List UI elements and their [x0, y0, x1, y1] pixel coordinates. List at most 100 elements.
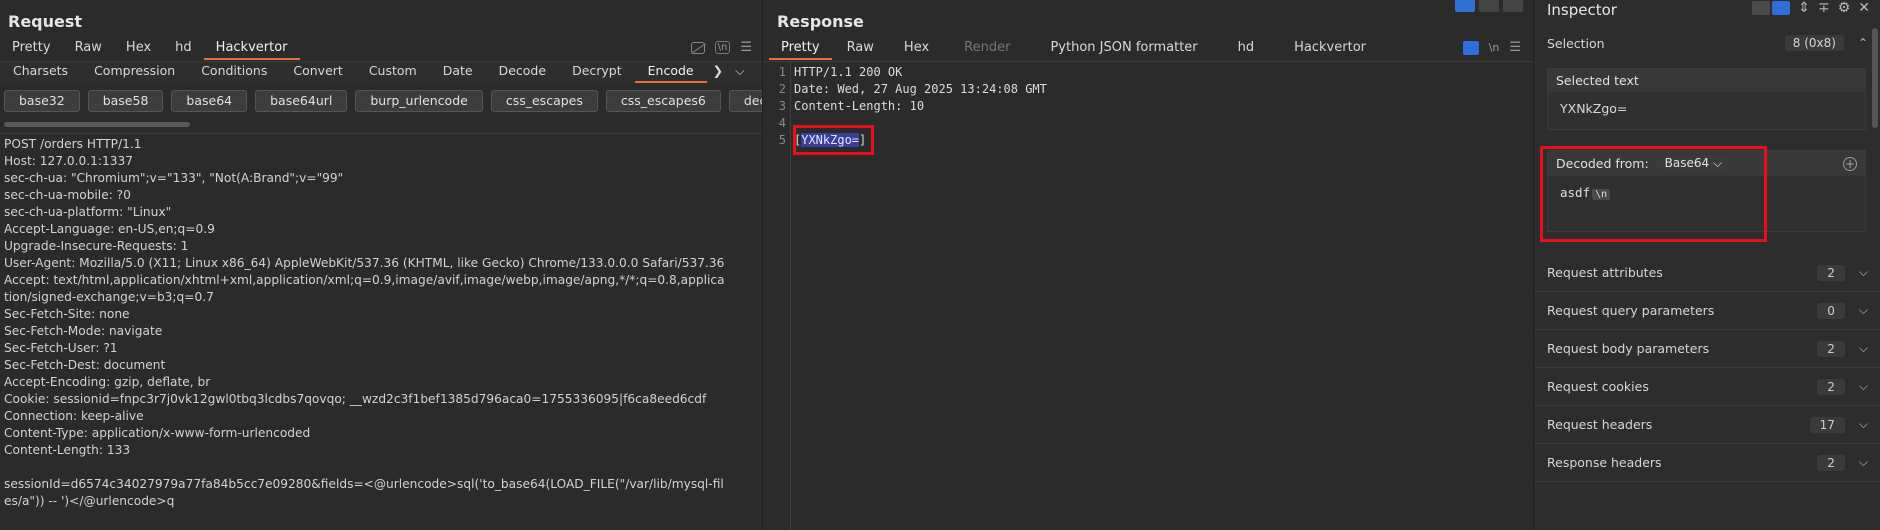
base58-button[interactable]: base58 [87, 90, 164, 112]
chevron-down-icon[interactable]: ⌵ [1859, 341, 1868, 356]
request-title: Request [8, 12, 83, 31]
line-number: 5 [778, 133, 786, 147]
section-label: Request cookies [1547, 379, 1649, 394]
tab-hackvertor[interactable]: Hackvertor [1274, 38, 1386, 60]
expand-icon[interactable]: ⇕ [1798, 0, 1810, 16]
request-view-tabs: Pretty Raw Hex hd Hackvertor [0, 38, 762, 60]
tab-pretty[interactable]: Pretty [769, 38, 832, 60]
request-line: Content-Type: application/x-www-form-url… [4, 426, 311, 440]
tab-hd[interactable]: hd [1218, 38, 1275, 60]
line-number: 4 [778, 116, 786, 130]
chevron-right-icon[interactable]: ❯ [707, 61, 729, 83]
menu-icon[interactable]: ☰ [1509, 40, 1521, 55]
layout-vertical-icon[interactable] [1503, 0, 1523, 12]
base64-button[interactable]: base64 [171, 90, 248, 112]
highlight-box [1540, 146, 1767, 242]
request-line: Content-Length: 133 [4, 443, 131, 457]
layout-split-icon[interactable] [1455, 0, 1475, 12]
wrap-icon[interactable] [1462, 40, 1479, 55]
category-charsets[interactable]: Charsets [0, 61, 81, 83]
request-line: User-Agent: Mozilla/5.0 (X11; Linux x86_… [4, 256, 725, 270]
newline-toggle-icon[interactable]: \n [714, 41, 731, 54]
chevron-down-icon[interactable]: ⌵ [1859, 455, 1868, 470]
category-decode[interactable]: Decode [486, 61, 559, 83]
request-line [4, 459, 759, 476]
chevron-down-icon[interactable]: ⌵ [1859, 417, 1868, 432]
section-request-cookies[interactable]: Request cookies 2 ⌵ [1535, 368, 1880, 406]
request-line: Connection: keep-alive [4, 409, 144, 423]
gear-icon[interactable]: ⚙ [1838, 0, 1851, 16]
tab-hackvertor[interactable]: Hackvertor [203, 38, 300, 60]
section-count: 0 [1817, 302, 1845, 319]
section-label: Request query parameters [1547, 303, 1715, 318]
category-decrypt[interactable]: Decrypt [559, 61, 635, 83]
response-line: HTTP/1.1 200 OK [794, 65, 903, 79]
chevron-down-icon[interactable]: ⌵ [1859, 379, 1868, 394]
tab-hex[interactable]: Hex [889, 38, 944, 60]
dec-entities-button[interactable]: dec_entiti [728, 90, 762, 112]
section-request-attributes[interactable]: Request attributes 2 ⌵ [1535, 254, 1880, 292]
request-line: POST /orders HTTP/1.1 [4, 137, 142, 151]
tab-hd[interactable]: hd [163, 38, 204, 60]
css-escapes-button[interactable]: css_escapes [490, 90, 598, 112]
vertical-scrollbar[interactable] [1872, 28, 1878, 128]
tab-raw[interactable]: Raw [832, 38, 889, 60]
tab-raw[interactable]: Raw [63, 38, 114, 60]
tab-render[interactable]: Render [944, 38, 1030, 60]
base64url-button[interactable]: base64url [255, 90, 348, 112]
request-line: Upgrade-Insecure-Requests: 1 [4, 239, 189, 253]
line-numbers: 1 2 3 4 5 [772, 64, 786, 149]
encode-buttons: base32 base58 base64 base64url burp_urle… [4, 90, 762, 112]
selection-section[interactable]: Selection 8 (0x8) ⌃ [1535, 28, 1880, 58]
add-icon[interactable]: + [1843, 156, 1857, 171]
request-line: Sec-Fetch-Site: none [4, 307, 130, 321]
menu-icon[interactable]: ☰ [740, 40, 752, 55]
request-line: sec-ch-ua-mobile: ?0 [4, 188, 131, 202]
section-count: 2 [1817, 378, 1845, 395]
highlight-box [793, 125, 874, 155]
request-line: Accept: text/html,application/xhtml+xml,… [4, 273, 725, 287]
chevron-down-icon[interactable]: ⌵ [1859, 303, 1868, 318]
category-date[interactable]: Date [430, 61, 486, 83]
request-line: sessionId=d6574c34027979a77fa84b5cc7e092… [4, 477, 724, 491]
category-conditions[interactable]: Conditions [188, 61, 280, 83]
horizontal-scrollbar[interactable] [4, 122, 190, 127]
line-number: 3 [778, 99, 786, 113]
section-request-headers[interactable]: Request headers 17 ⌵ [1535, 406, 1880, 444]
response-line: Date: Wed, 27 Aug 2025 13:24:08 GMT [794, 82, 1047, 96]
layout-horizontal-icon[interactable] [1479, 0, 1499, 12]
base32-button[interactable]: base32 [4, 90, 80, 112]
section-response-headers[interactable]: Response headers 2 ⌵ [1535, 444, 1880, 482]
request-editor[interactable]: POST /orders HTTP/1.1 Host: 127.0.0.1:13… [0, 133, 762, 530]
chevron-up-icon[interactable]: ⌃ [1858, 36, 1868, 50]
hide-icon[interactable] [690, 41, 706, 54]
request-line: sec-ch-ua: "Chromium";v="133", "Not(A:Br… [4, 171, 344, 185]
section-label: Request body parameters [1547, 341, 1710, 356]
request-line: tion/signed-exchange;v=b3;q=0.7 [4, 290, 214, 304]
category-compression[interactable]: Compression [81, 61, 188, 83]
tab-hex[interactable]: Hex [114, 38, 163, 60]
tab-python-json-formatter[interactable]: Python JSON formatter [1030, 38, 1217, 60]
layout-toggle-icon[interactable] [1752, 1, 1791, 15]
category-encode[interactable]: Encode [634, 61, 707, 83]
category-custom[interactable]: Custom [356, 61, 430, 83]
close-icon[interactable]: ✕ [1858, 0, 1870, 16]
burp-urlencode-button[interactable]: burp_urlencode [355, 90, 483, 112]
selected-text-value[interactable]: YXNkZgo= [1548, 92, 1865, 125]
layout-switcher [1455, 0, 1523, 12]
collapse-icon[interactable]: ∓ [1818, 0, 1830, 16]
newline-toggle-icon[interactable]: \n [1489, 41, 1500, 54]
chevron-down-icon[interactable]: ⌵ [729, 61, 750, 83]
section-count: 2 [1817, 340, 1845, 357]
response-panel: Response Pretty Raw Hex Render Python JS… [764, 0, 1534, 530]
css-escapes6-button[interactable]: css_escapes6 [605, 90, 721, 112]
request-line: Accept-Language: en-US,en;q=0.9 [4, 222, 215, 236]
tab-pretty[interactable]: Pretty [0, 38, 63, 60]
category-convert[interactable]: Convert [280, 61, 355, 83]
section-request-body-parameters[interactable]: Request body parameters 2 ⌵ [1535, 330, 1880, 368]
chevron-down-icon[interactable]: ⌵ [1859, 265, 1868, 280]
section-label: Request attributes [1547, 265, 1663, 280]
section-label: Request headers [1547, 417, 1653, 432]
request-line: Sec-Fetch-Mode: navigate [4, 324, 163, 338]
section-request-query-parameters[interactable]: Request query parameters 0 ⌵ [1535, 292, 1880, 330]
